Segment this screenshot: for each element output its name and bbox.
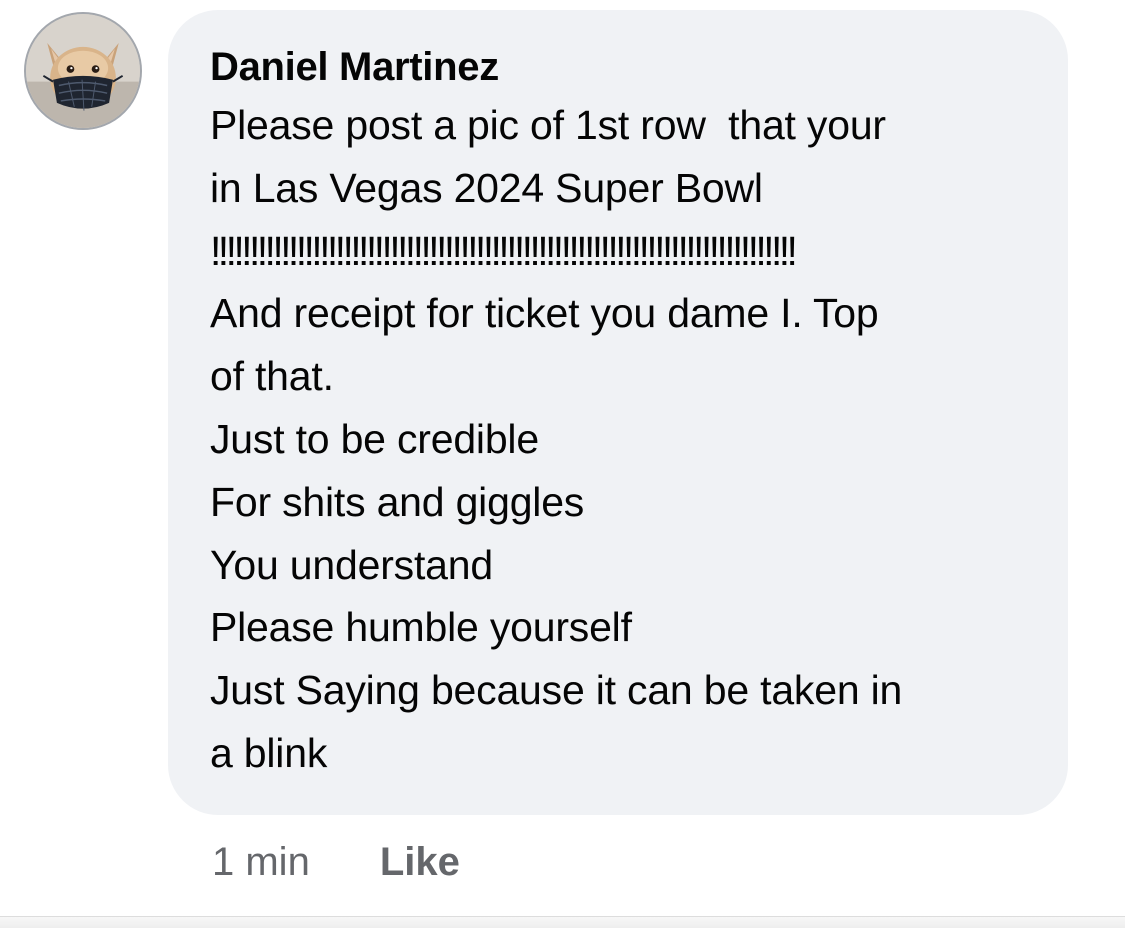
- comment-bubble: Daniel Martinez Please post a pic of 1st…: [168, 10, 1068, 815]
- comment-line: Please post a pic of 1st row that your: [210, 102, 886, 148]
- comment-line: Please humble yourself: [210, 604, 632, 651]
- comment-line: in Las Vegas 2024 Super Bowl: [210, 164, 763, 211]
- comment-line: For shits and giggles: [210, 478, 585, 525]
- comment-line: Just Saying because it can be taken in: [210, 667, 903, 714]
- comment-line: Just to be credible: [210, 415, 539, 462]
- comment-line: of that.: [210, 353, 334, 400]
- comment-actions: 1 min Like: [212, 840, 460, 885]
- comment-body: Please post a pic of 1st row that your i…: [210, 94, 1028, 785]
- dog-mask-photo-icon: [26, 14, 140, 128]
- avatar[interactable]: [24, 12, 142, 130]
- comment-line: And receipt for ticket you dame I. Top: [210, 290, 879, 337]
- comment-timestamp[interactable]: 1 min: [212, 840, 310, 885]
- bottom-divider: [0, 916, 1125, 928]
- comment-line: !!!!!!!!!!!!!!!!!!!!!!!!!!!!!!!!!!!!!!!!…: [210, 227, 798, 274]
- like-button[interactable]: Like: [380, 840, 460, 885]
- comment-author-name[interactable]: Daniel Martinez: [210, 44, 1028, 94]
- comment-thread: Daniel Martinez Please post a pic of 1st…: [0, 0, 1125, 928]
- comment-line: You understand: [210, 541, 493, 588]
- comment-line: a blink: [210, 729, 328, 776]
